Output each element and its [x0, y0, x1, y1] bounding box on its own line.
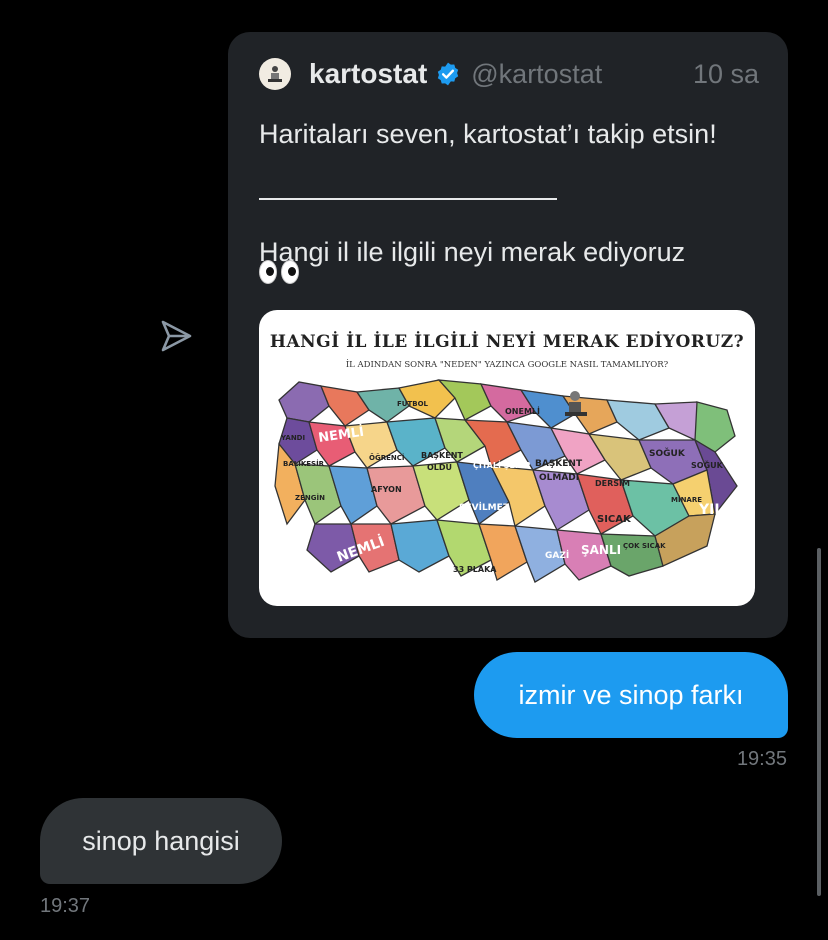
sent-message-time: 19:35 [736, 748, 787, 770]
svg-text:SEVİLMEZ: SEVİLMEZ [459, 502, 510, 513]
verified-badge-icon [438, 62, 459, 86]
map-image[interactable]: HANGİ İL İLE İLGİLİ NEYİ MERAK EDİYORUZ?… [259, 310, 755, 606]
svg-text:SOĞUK: SOĞUK [691, 459, 724, 470]
text-divider [259, 198, 557, 200]
svg-text:33 PLAKA: 33 PLAKA [453, 565, 497, 574]
quoted-tweet-card[interactable]: kartostat @kartostat 10 sa Haritaları se… [228, 32, 788, 638]
svg-text:BAŞKENT: BAŞKENT [421, 451, 463, 460]
svg-text:ÖĞRENCİ: ÖĞRENCİ [369, 453, 404, 462]
svg-text:ZENGİN: ZENGİN [295, 493, 325, 502]
eyes-emoji-icon [259, 260, 299, 284]
svg-text:FUTBOL: FUTBOL [397, 400, 429, 408]
scrollbar[interactable] [817, 548, 821, 896]
received-message-text: sinop hangisi [82, 825, 240, 856]
svg-text:GAZİ: GAZİ [545, 550, 569, 561]
svg-text:BAŞKENT: BAŞKENT [535, 459, 583, 469]
svg-text:SOĞUK: SOĞUK [649, 447, 686, 459]
author-handle: @kartostat [471, 58, 603, 89]
svg-text:DERSİM: DERSİM [595, 478, 630, 488]
avatar[interactable] [259, 58, 291, 90]
sent-message-text: izmir ve sinop farkı [518, 679, 744, 710]
tweet-time: 10 sa [692, 58, 759, 89]
svg-text:AFYON: AFYON [371, 485, 402, 494]
svg-text:ONEMLİ: ONEMLİ [505, 406, 540, 416]
svg-text:YANDI: YANDI [280, 434, 305, 442]
svg-text:OLDU: OLDU [427, 463, 452, 472]
svg-text:MİNARE: MİNARE [671, 495, 702, 504]
received-message-bubble[interactable]: sinop hangisi [40, 798, 282, 884]
svg-text:ÇOK SICAK: ÇOK SICAK [623, 542, 666, 550]
avatar-figure-icon [268, 66, 282, 82]
share-icon[interactable] [158, 318, 194, 354]
sent-message-bubble[interactable]: izmir ve sinop farkı [474, 652, 788, 738]
svg-text:SICAK: SICAK [597, 514, 632, 525]
svg-text:YIL: YIL [698, 502, 723, 518]
turkey-map-graphic: NEMLİ BALIKESİR ÖĞRENCİ BAŞKENT OLDU ÇİT… [274, 379, 738, 583]
svg-text:ÇİTALİ ŞEHİR: ÇİTALİ ŞEHİR [473, 460, 531, 470]
author-name[interactable]: kartostat [309, 58, 427, 90]
received-message-time: 19:37 [40, 895, 91, 917]
svg-text:ŞANLI: ŞANLI [581, 543, 621, 557]
tweet-header: kartostat @kartostat 10 sa [259, 58, 759, 90]
tweet-text-question: Hangi il ile ilgili neyi merak ediyoruz [259, 237, 686, 267]
svg-text:BALIKESİR: BALIKESİR [283, 459, 325, 468]
tweet-text-intro: Haritaları seven, kartostat’ı takip etsi… [259, 119, 717, 149]
svg-text:OLMADI: OLMADI [539, 473, 579, 483]
